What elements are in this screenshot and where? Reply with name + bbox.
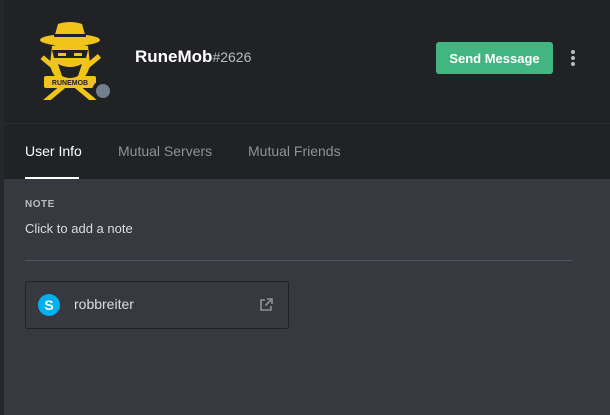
ellipsis-dot: [571, 56, 575, 60]
svg-text:S: S: [44, 297, 53, 313]
connected-account-skype: S robbreiter: [25, 281, 289, 329]
tab-user-info[interactable]: User Info: [25, 143, 82, 159]
more-options-icon[interactable]: [566, 47, 580, 69]
username-row: RuneMob #2626: [135, 47, 251, 71]
skype-icon: S: [38, 294, 60, 316]
tab-mutual-friends[interactable]: Mutual Friends: [248, 143, 341, 159]
send-message-button[interactable]: Send Message: [436, 42, 553, 74]
active-tab-indicator: [25, 177, 79, 179]
external-link-icon[interactable]: [258, 297, 274, 313]
ellipsis-dot: [571, 50, 575, 54]
user-profile-modal: RUNEMOB RuneMob #2626 Send Message User …: [4, 0, 610, 415]
ellipsis-dot: [571, 62, 575, 66]
status-indicator: [92, 80, 114, 102]
tab-mutual-servers[interactable]: Mutual Servers: [118, 143, 212, 159]
avatar-text: RUNEMOB: [52, 80, 88, 87]
account-name: robbreiter: [74, 296, 134, 312]
section-divider: [25, 260, 572, 261]
offline-status-icon: [96, 84, 110, 98]
discriminator: #2626: [212, 49, 252, 65]
note-label: NOTE: [25, 199, 55, 210]
tab-bar: User Info Mutual Servers Mutual Friends: [4, 124, 610, 179]
username: RuneMob: [135, 47, 213, 66]
profile-header: RUNEMOB RuneMob #2626 Send Message: [4, 0, 610, 123]
note-input[interactable]: Click to add a note: [25, 221, 133, 236]
